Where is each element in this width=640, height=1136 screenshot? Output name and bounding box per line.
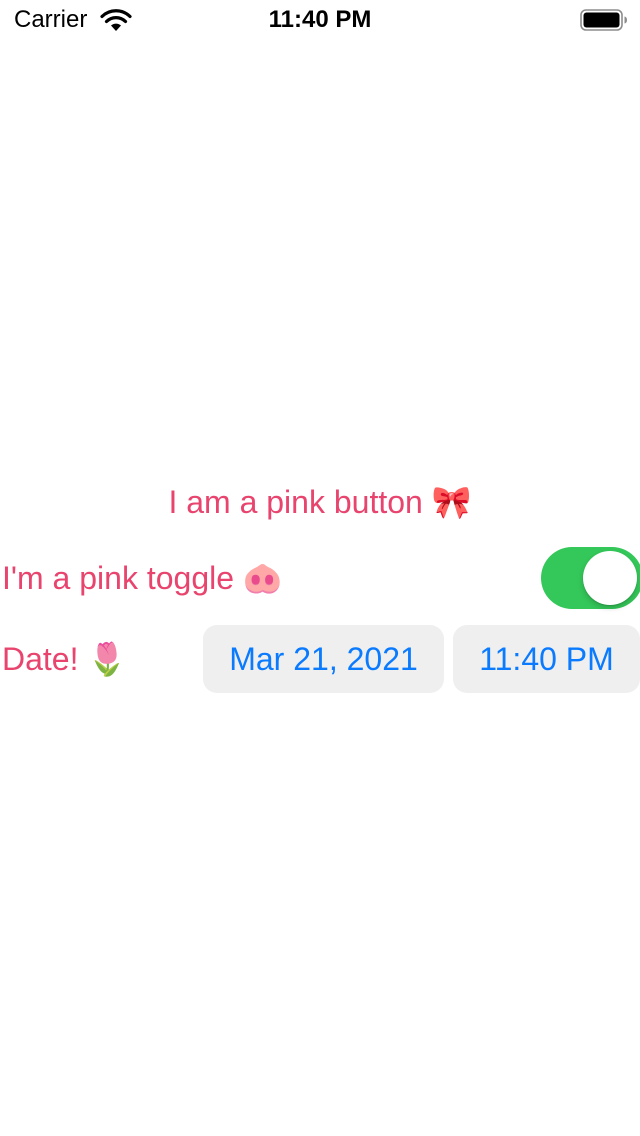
status-bar: Carrier 11:40 PM: [0, 0, 640, 40]
date-label: Date! 🌷: [2, 641, 128, 677]
toggle-row: I'm a pink toggle 🐽: [0, 546, 640, 610]
toggle-label: I'm a pink toggle 🐽: [2, 560, 283, 596]
toggle-knob: [583, 551, 637, 605]
pink-button[interactable]: I am a pink button 🎀: [0, 478, 640, 526]
status-time: 11:40 PM: [268, 6, 372, 33]
date-picker-row: Date! 🌷 Mar 21, 2021 11:40 PM: [0, 624, 640, 694]
battery-icon: [580, 9, 627, 31]
time-picker-button[interactable]: 11:40 PM: [453, 625, 640, 693]
pink-toggle-switch[interactable]: [541, 547, 640, 609]
date-picker-button[interactable]: Mar 21, 2021: [203, 625, 444, 693]
